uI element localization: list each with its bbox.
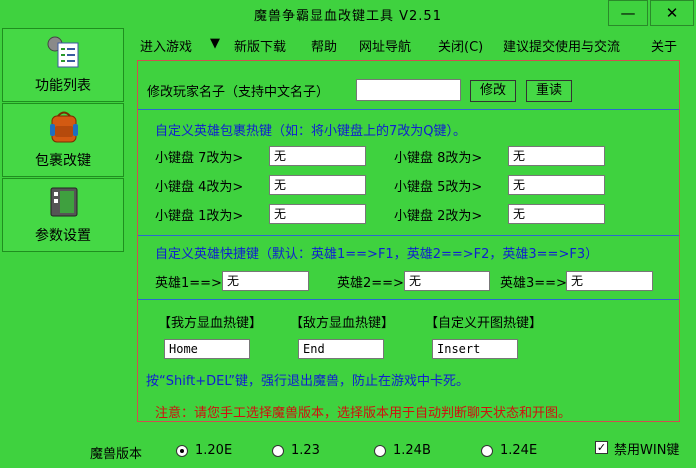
numpad-1-label: 小键盘 1改为>: [155, 209, 244, 224]
close-button[interactable]: ✕: [650, 0, 694, 26]
sidebar-item-label: 包裹改键: [35, 153, 91, 169]
version-radio-1-23[interactable]: [272, 445, 284, 457]
version-option-label: 1.24E: [500, 443, 538, 458]
hero-1-label: 英雄1==>: [155, 276, 222, 291]
disable-win-checkbox[interactable]: ✓: [595, 441, 608, 454]
map-reveal-hotkey-input[interactable]: Insert: [432, 339, 518, 359]
sidebar-item-settings[interactable]: 参数设置: [2, 178, 124, 252]
main-panel: 修改玩家名子（支持中文名子） 修改 重读 自定义英雄包裹热键（如：将小键盘上的7…: [137, 60, 680, 422]
numpad-8-input[interactable]: 无: [508, 146, 605, 166]
sidebar-item-bag-keys[interactable]: 包裹改键: [2, 103, 124, 177]
rename-label: 修改玩家名子（支持中文名子）: [147, 85, 330, 100]
hero-1-input[interactable]: 无: [222, 271, 309, 291]
numpad-7-input[interactable]: 无: [269, 146, 366, 166]
own-health-hotkey-input[interactable]: Home: [164, 339, 250, 359]
force-exit-tip: 按“Shift+DEL”键，强行退出魔兽，防止在游戏中卡死。: [146, 374, 469, 389]
enemy-health-hotkey-input[interactable]: End: [298, 339, 384, 359]
disable-win-label: 禁用WIN键: [614, 443, 680, 458]
modify-button[interactable]: 修改: [470, 80, 516, 102]
version-notice: 注意：请您手工选择魔兽版本，选择版本用于自动判断聊天状态和开图。: [155, 406, 572, 421]
menu-about[interactable]: 关于: [651, 36, 677, 55]
minimize-icon: —: [620, 4, 636, 22]
menu-dropdown-arrow[interactable]: ▼: [210, 36, 220, 51]
reset-button[interactable]: 重读: [526, 80, 572, 102]
hero-3-input[interactable]: 无: [566, 271, 653, 291]
title-bar: 魔兽争霸显血改键工具 V2.51 — ✕: [0, 0, 696, 27]
map-reveal-hotkey-label: 【自定义开图热键】: [425, 316, 543, 331]
backpack-icon: [50, 111, 78, 143]
menu-enter-game[interactable]: 进入游戏: [140, 36, 192, 55]
enemy-health-hotkey-label: 【敌方显血热键】: [290, 316, 395, 331]
menu-feedback[interactable]: 建议提交使用与交流: [503, 36, 620, 55]
window-title: 魔兽争霸显血改键工具 V2.51: [254, 9, 442, 24]
menu-site-navigation[interactable]: 网址导航: [359, 36, 411, 55]
version-radio-1-20e[interactable]: [176, 445, 188, 457]
menu-help[interactable]: 帮助: [311, 36, 337, 55]
numpad-7-label: 小键盘 7改为>: [155, 151, 244, 166]
version-radio-1-24b[interactable]: [374, 445, 386, 457]
version-bar: 魔兽版本 1.20E 1.23 1.24B 1.24E ✓ 禁用WIN键: [0, 434, 696, 468]
numpad-5-input[interactable]: 无: [508, 175, 605, 195]
numpad-1-input[interactable]: 无: [269, 204, 366, 224]
hero-hotkey-heading: 自定义英雄快捷键（默认：英雄1==>F1，英雄2==>F2，英雄3==>F3）: [155, 247, 599, 262]
hero-2-label: 英雄2==>: [337, 276, 404, 291]
hero-hotkey-section: 自定义英雄快捷键（默认：英雄1==>F1，英雄2==>F2，英雄3==>F3） …: [138, 235, 679, 300]
menu-close[interactable]: 关闭(C): [438, 36, 483, 55]
sidebar-item-label: 功能列表: [35, 78, 91, 94]
version-option-label: 1.24B: [393, 443, 431, 458]
numpad-4-input[interactable]: 无: [269, 175, 366, 195]
hero-2-input[interactable]: 无: [404, 271, 490, 291]
player-name-input[interactable]: [356, 79, 461, 101]
version-radio-1-24e[interactable]: [481, 445, 493, 457]
minimize-button[interactable]: —: [608, 0, 648, 26]
numpad-8-label: 小键盘 8改为>: [394, 151, 483, 166]
version-option-label: 1.20E: [195, 443, 233, 458]
checklist-icon: [47, 36, 79, 68]
numpad-2-label: 小键盘 2改为>: [394, 209, 483, 224]
hero-3-label: 英雄3==>: [500, 276, 567, 291]
version-option-label: 1.23: [291, 443, 320, 458]
settings-window-icon: [50, 187, 78, 217]
close-icon: ✕: [665, 4, 679, 22]
numpad-4-label: 小键盘 4改为>: [155, 180, 244, 195]
sidebar-item-function-list[interactable]: 功能列表: [2, 28, 124, 102]
bag-hotkey-heading: 自定义英雄包裹热键（如：将小键盘上的7改为Q键）。: [155, 124, 467, 139]
own-health-hotkey-label: 【我方显血热键】: [158, 316, 263, 331]
version-label: 魔兽版本: [90, 447, 143, 462]
sidebar: 功能列表 包裹改键 参数设置: [2, 28, 124, 253]
sidebar-item-label: 参数设置: [35, 228, 91, 244]
numpad-5-label: 小键盘 5改为>: [394, 180, 483, 195]
menu-new-version-download[interactable]: 新版下载: [234, 36, 286, 55]
bag-hotkey-section: 自定义英雄包裹热键（如：将小键盘上的7改为Q键）。 小键盘 7改为> 无 小键盘…: [138, 109, 679, 236]
numpad-2-input[interactable]: 无: [508, 204, 605, 224]
rename-section: 修改玩家名子（支持中文名子） 修改 重读: [138, 61, 679, 110]
